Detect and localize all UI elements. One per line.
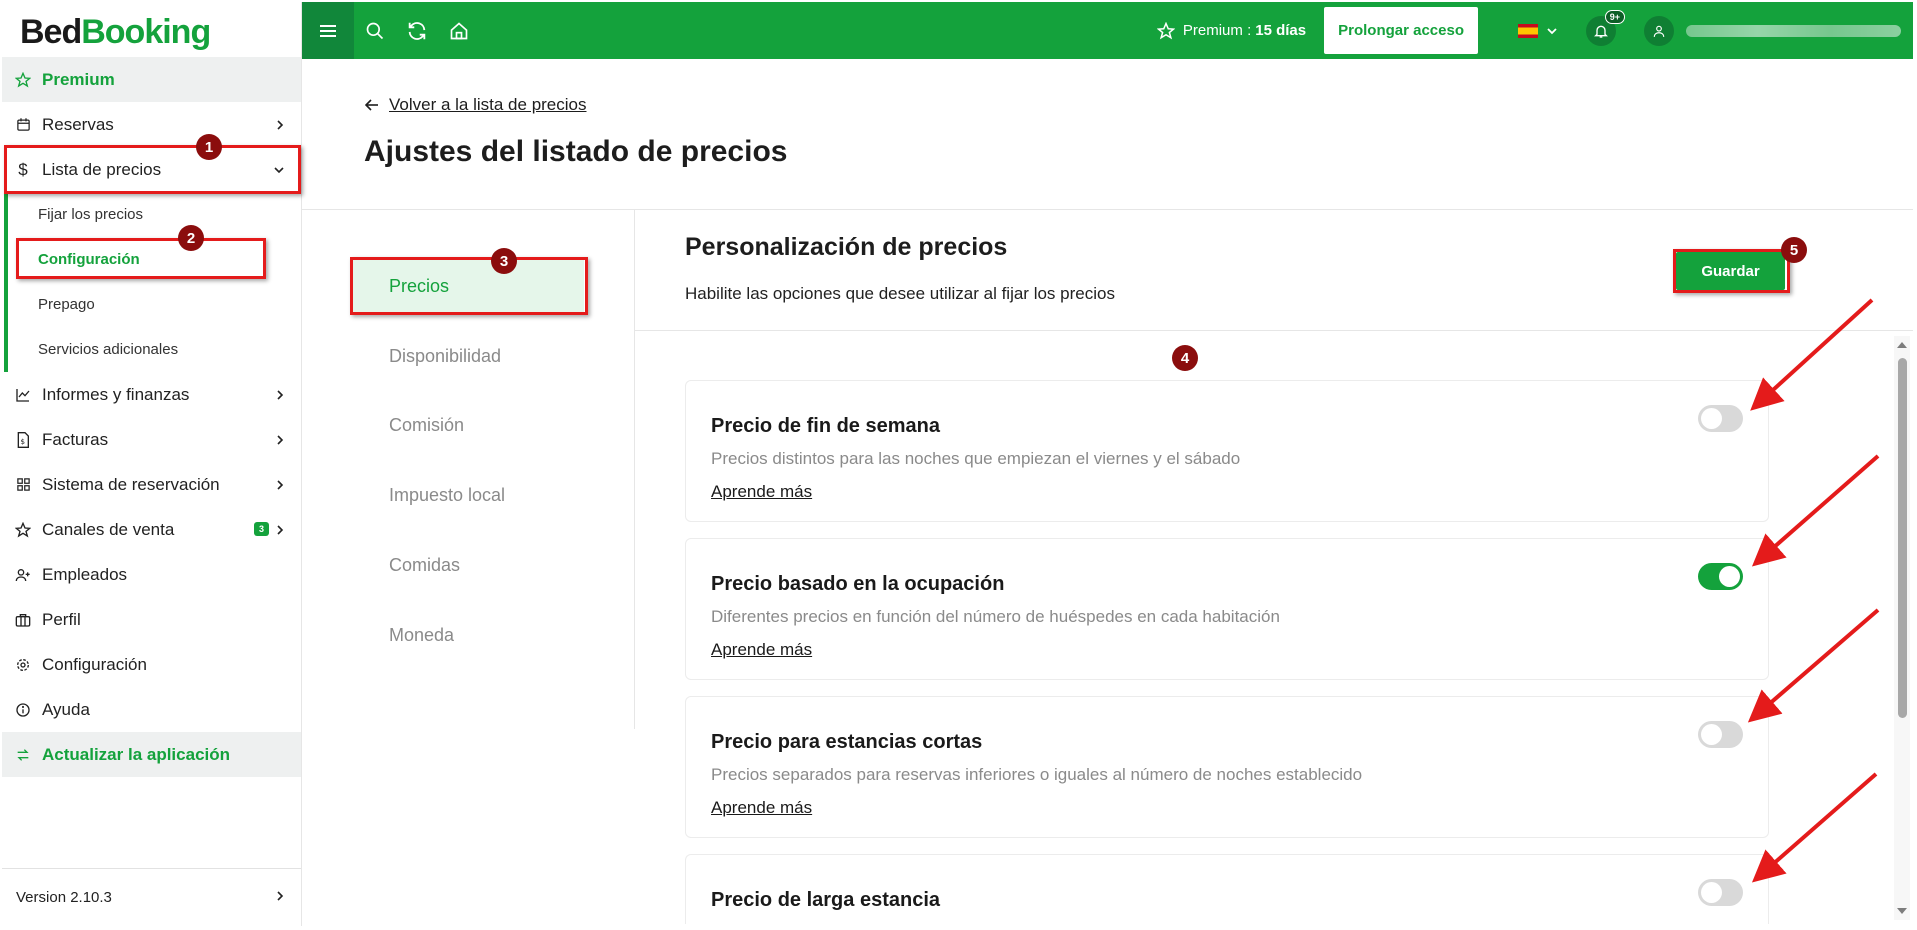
annotation-arrows xyxy=(1747,298,1880,883)
arrow-to-long-stay-toggle xyxy=(1751,772,1878,883)
arrow-to-weekend-toggle xyxy=(1750,298,1874,411)
arrow-to-short-stay-toggle xyxy=(1747,608,1880,723)
arrow-to-occupancy-toggle xyxy=(1751,454,1880,567)
